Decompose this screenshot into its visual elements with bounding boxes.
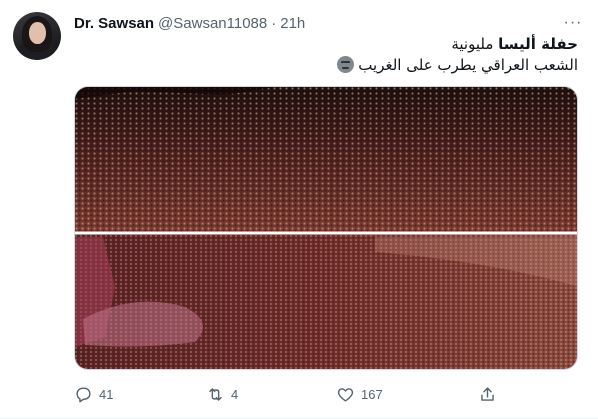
tweet-actions: 41 4 167 — [66, 382, 516, 406]
share-icon — [481, 386, 494, 401]
separator-dot: · — [271, 14, 277, 32]
tweet-line-1: حفلة أليسا مليونية — [78, 34, 578, 55]
tweet-header: Dr. Sawsan @Sawsan11088 · 21h — [74, 13, 305, 33]
heart-icon — [337, 387, 354, 402]
reply-button[interactable]: 41 — [74, 382, 113, 406]
tweet-text: حفلة أليسا مليونية الشعب العراقي يطرب عل… — [78, 34, 578, 76]
timestamp[interactable]: 21h — [280, 15, 305, 32]
tweet-line-2-text: الشعب العراقي يطرب على الغريب — [358, 56, 578, 74]
tweet-card[interactable]: Dr. Sawsan @Sawsan11088 · 21h ··· حفلة أ… — [0, 0, 598, 419]
retweet-button[interactable]: 4 — [206, 382, 238, 406]
like-count: 167 — [361, 386, 383, 402]
more-options-icon[interactable]: ··· — [560, 10, 586, 36]
user-handle[interactable]: @Sawsan11088 — [158, 15, 267, 32]
tweet-line-2: الشعب العراقي يطرب على الغريب — [78, 55, 578, 76]
display-name[interactable]: Dr. Sawsan — [74, 15, 154, 32]
tweet-bold-phrase: حفلة أليسا — [498, 35, 578, 53]
retweet-icon — [209, 387, 222, 401]
like-button[interactable]: 167 — [336, 382, 383, 406]
tweet-line-1-rest: مليونية — [451, 35, 494, 53]
retweet-count: 4 — [231, 386, 239, 402]
grimacing-face-emoji-icon — [336, 56, 354, 73]
tweet-media-image[interactable] — [74, 86, 578, 370]
concert-crowd-photo — [75, 87, 577, 369]
avatar-face — [29, 22, 46, 44]
share-button[interactable] — [478, 382, 497, 406]
reply-count: 41 — [99, 386, 114, 402]
avatar[interactable] — [13, 12, 61, 60]
reply-icon — [76, 386, 91, 402]
more-glyph: ··· — [563, 14, 583, 31]
